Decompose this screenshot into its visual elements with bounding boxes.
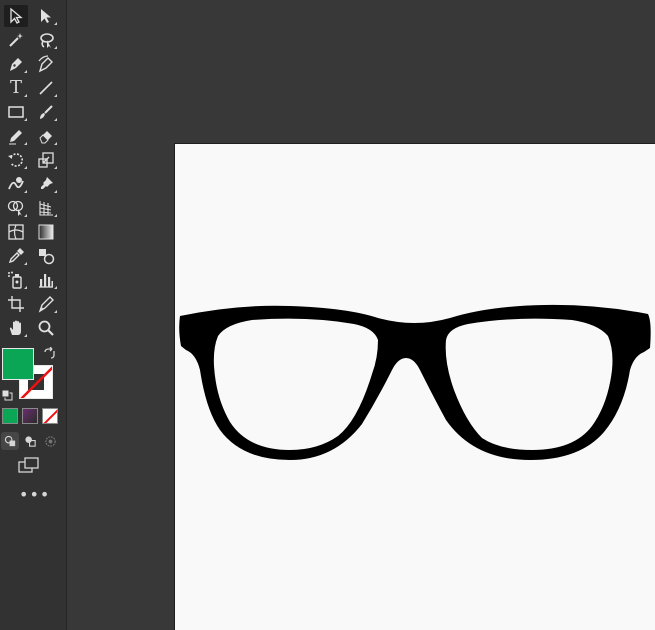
symbol-sprayer-tool[interactable] [4, 269, 28, 291]
shape-builder-tool[interactable] [4, 197, 28, 219]
zoom-tool[interactable] [34, 317, 58, 339]
draw-behind-icon [24, 435, 36, 447]
none-slash-icon [43, 409, 57, 423]
mesh-icon [8, 224, 24, 240]
eraser-tool[interactable] [34, 125, 58, 147]
edit-toolbar-icon[interactable]: ••• [19, 487, 49, 503]
gradient-tool[interactable] [34, 221, 58, 243]
fill-swatch[interactable] [2, 348, 34, 380]
tools-panel: T ••• [0, 0, 67, 630]
none-button[interactable] [42, 408, 58, 424]
draw-behind-button[interactable] [21, 432, 39, 450]
brush-icon [40, 105, 53, 119]
screen-mode-icon [18, 457, 39, 473]
eraser-icon [39, 131, 52, 144]
type-icon: T [9, 77, 22, 98]
gradient-icon [38, 224, 54, 240]
selection-tool[interactable] [4, 5, 28, 27]
default-fill-stroke-icon[interactable] [1, 386, 13, 401]
paintbrush-tool[interactable] [34, 101, 58, 123]
warp-icon [8, 177, 24, 190]
swap-fill-stroke-icon[interactable] [43, 345, 56, 359]
symbol-sprayer-icon [8, 271, 22, 289]
eyedropper-tool[interactable] [4, 245, 28, 267]
perspective-grid-icon [39, 201, 53, 216]
pencil-icon [9, 130, 22, 145]
gradient-button[interactable] [22, 408, 38, 424]
rotate-icon [8, 153, 23, 167]
draw-inside-button[interactable] [41, 432, 59, 450]
line-tool[interactable] [34, 77, 58, 99]
artboard-icon [8, 296, 24, 312]
column-graph-tool[interactable] [34, 269, 58, 291]
draw-normal-icon [4, 435, 15, 446]
pin-icon [41, 177, 53, 189]
puppet-warp-tool[interactable] [34, 173, 58, 195]
rectangle-icon [8, 106, 24, 118]
magic-wand-icon [9, 33, 23, 47]
hand-icon [9, 320, 21, 335]
eyeglasses-artwork[interactable] [178, 300, 652, 464]
color-button[interactable] [2, 408, 18, 424]
slice-knife-icon [38, 296, 54, 313]
artboard-tool[interactable] [4, 293, 28, 315]
arrow-filled-icon [41, 9, 51, 23]
curvature-pen-icon [38, 55, 53, 73]
pen-tool[interactable] [4, 53, 28, 75]
hand-tool[interactable] [4, 317, 28, 339]
scale-icon [38, 152, 54, 168]
draw-inside-icon [44, 435, 56, 447]
rotate-tool[interactable] [4, 149, 28, 171]
column-graph-icon [39, 274, 53, 288]
lasso-tool[interactable] [34, 29, 58, 51]
rectangle-tool[interactable] [4, 101, 28, 123]
blend-icon [39, 249, 55, 265]
slice-tool[interactable] [34, 293, 58, 315]
eyedropper-icon [8, 248, 24, 264]
blend-tool[interactable] [34, 245, 58, 267]
curvature-tool[interactable] [34, 53, 58, 75]
line-icon [39, 81, 53, 95]
change-screen-mode-button[interactable] [18, 457, 40, 473]
magic-wand-tool[interactable] [4, 29, 28, 51]
perspective-grid-tool[interactable] [34, 197, 58, 219]
shaper-tool[interactable] [4, 125, 28, 147]
arrow-outline-icon [10, 7, 23, 24]
direct-selection-tool[interactable] [34, 5, 58, 27]
eyeglasses-frame[interactable] [179, 304, 651, 460]
pen-icon [10, 58, 22, 71]
draw-normal-button[interactable] [1, 432, 19, 450]
scale-tool[interactable] [34, 149, 58, 171]
warp-tool[interactable] [4, 173, 28, 195]
shape-builder-icon [7, 200, 24, 216]
mesh-tool[interactable] [4, 221, 28, 243]
lasso-icon [40, 33, 54, 48]
type-tool[interactable]: T [4, 77, 28, 99]
magnifier-icon [38, 320, 54, 336]
